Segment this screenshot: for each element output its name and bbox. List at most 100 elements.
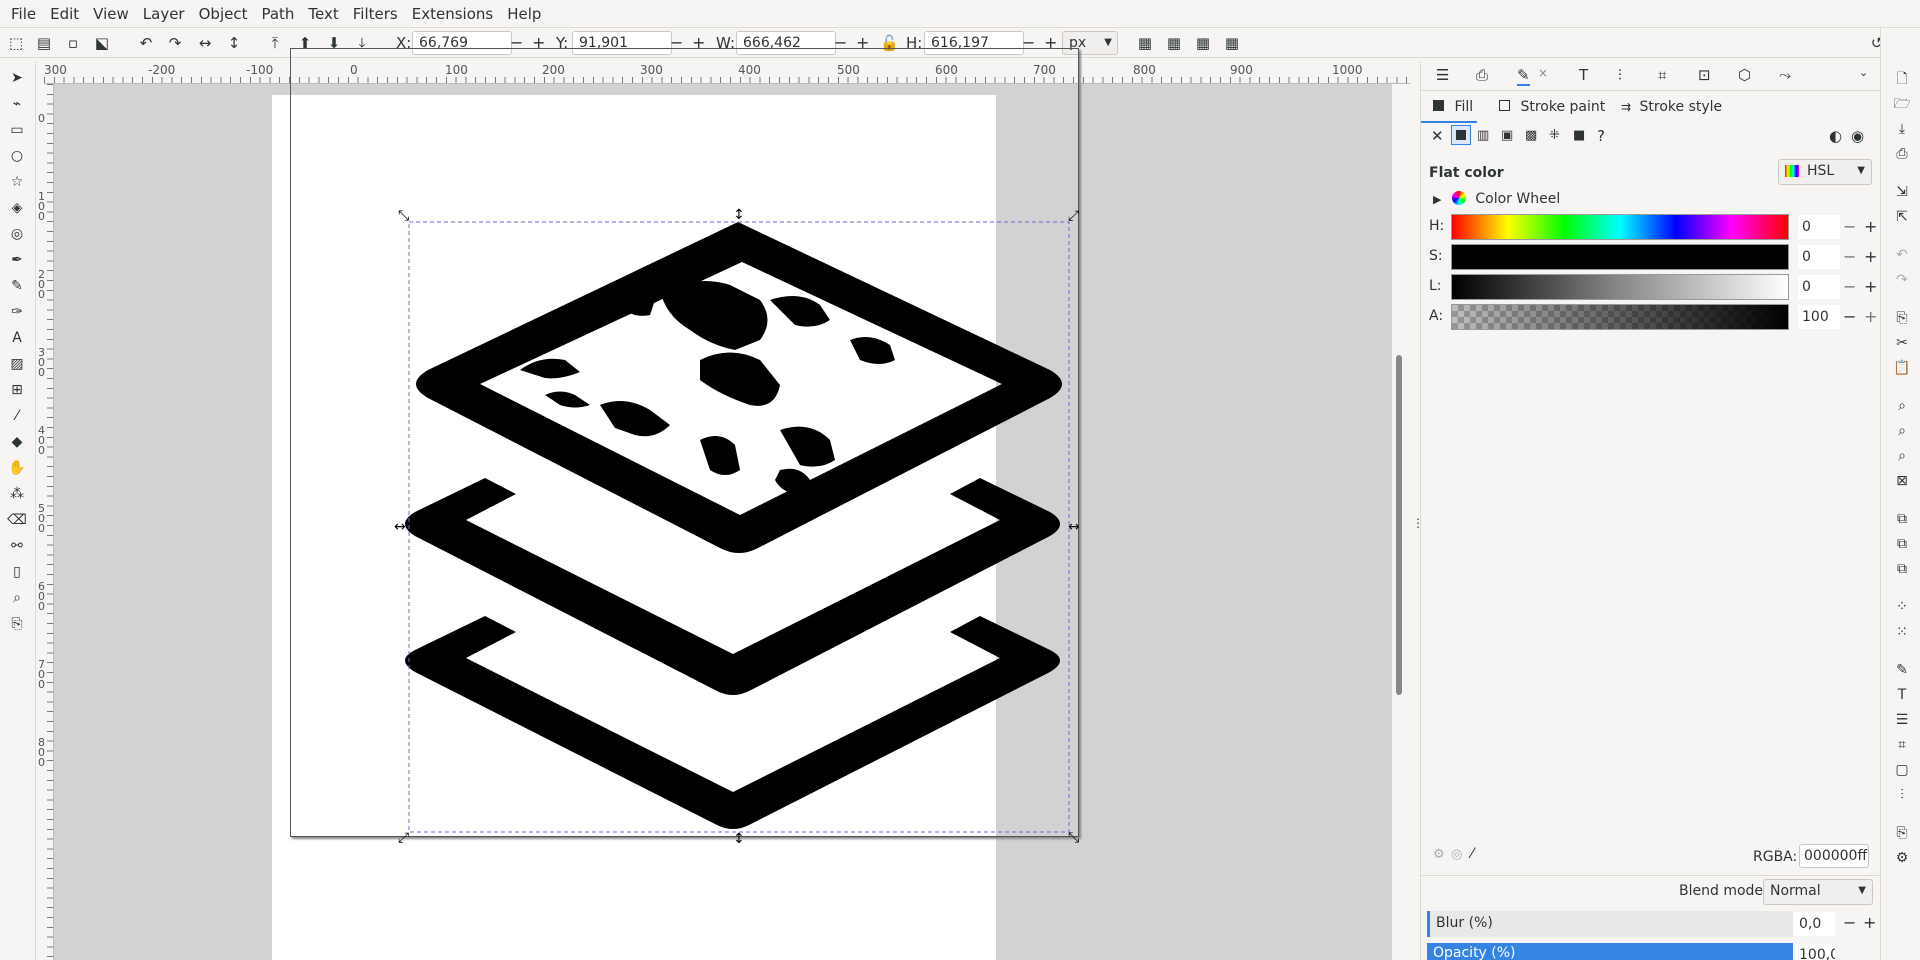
- unset-paint-icon[interactable]: ?: [1597, 127, 1605, 145]
- fill-rule-evenodd-icon[interactable]: ◐: [1829, 127, 1842, 145]
- color-wheel-expander[interactable]: ▶ Color Wheel: [1433, 191, 1560, 211]
- document-properties-icon[interactable]: ▢: [1893, 761, 1911, 779]
- export-icon[interactable]: ⇱: [1893, 208, 1911, 226]
- path-effects-tab-icon[interactable]: ⤳: [1779, 66, 1791, 84]
- fill-stroke-tabs: Fill Stroke paint ⇉ Stroke style: [1421, 95, 1881, 123]
- fill-swatch-icon: [1433, 100, 1444, 111]
- redo-icon[interactable]: ↷: [1893, 271, 1911, 289]
- zoom-page-icon[interactable]: ⌕: [1893, 447, 1911, 465]
- blur-decrement-icon[interactable]: −: [1843, 913, 1856, 932]
- saturation-value-input[interactable]: 0: [1798, 245, 1840, 269]
- copy-icon[interactable]: ⎘: [1893, 309, 1911, 327]
- alpha-slider[interactable]: [1451, 304, 1789, 330]
- align-tab-icon[interactable]: ⫶: [1618, 66, 1622, 84]
- pattern-icon[interactable]: ⁜: [1549, 128, 1560, 143]
- close-tab-icon[interactable]: ×: [1538, 66, 1548, 80]
- ungroup-icon[interactable]: ⁙: [1893, 623, 1911, 641]
- fill-stroke-dialog-icon[interactable]: ✎: [1893, 661, 1911, 679]
- text-dialog-icon[interactable]: T: [1893, 686, 1911, 704]
- flat-color-label: Flat color: [1429, 165, 1504, 181]
- saturation-slider[interactable]: [1451, 244, 1789, 270]
- transform-tab-icon[interactable]: ⊡: [1698, 66, 1711, 84]
- opacity-value-input[interactable]: 100,0: [1793, 944, 1835, 960]
- tab-stroke-style-label: Stroke style: [1639, 99, 1723, 115]
- rgba-input[interactable]: 000000ff: [1799, 844, 1869, 868]
- layer-icon-middle[interactable]: [405, 478, 1060, 695]
- radial-gradient-icon[interactable]: ▣: [1501, 128, 1513, 143]
- tab-stroke-style[interactable]: ⇉ Stroke style: [1621, 99, 1722, 115]
- color-mode-select[interactable]: HSL ▼: [1778, 159, 1872, 185]
- layers-dialog-icon[interactable]: ☰: [1893, 711, 1911, 729]
- lightness-decrement-icon[interactable]: −: [1843, 275, 1856, 299]
- object-properties-tab-icon[interactable]: ⬡: [1738, 66, 1751, 84]
- hue-value-input[interactable]: 0: [1798, 215, 1840, 239]
- handle-top-right-icon: ⤢: [1068, 208, 1079, 224]
- opacity-slider[interactable]: Opacity (%): [1427, 943, 1793, 960]
- save-icon[interactable]: ⤓: [1893, 120, 1911, 138]
- blur-label: Blur (%): [1436, 915, 1493, 931]
- out-of-gamut-icon[interactable]: ◎: [1451, 847, 1462, 862]
- mesh-gradient-icon[interactable]: ▩: [1525, 128, 1537, 143]
- xml-editor-tab-icon[interactable]: ⌗: [1658, 66, 1666, 84]
- fill-stroke-tab-icon[interactable]: ✎: [1517, 66, 1530, 86]
- export-tab-icon[interactable]: ⎙: [1476, 66, 1488, 84]
- stroke-swatch-icon: [1499, 100, 1510, 111]
- color-managed-icon[interactable]: ⚙: [1433, 847, 1445, 862]
- tab-stroke-paint[interactable]: Stroke paint: [1499, 99, 1605, 115]
- hue-increment-icon[interactable]: +: [1864, 215, 1877, 239]
- cut-icon[interactable]: ✂: [1893, 334, 1911, 352]
- opacity-label: Opacity (%): [1433, 945, 1516, 960]
- paste-icon[interactable]: 📋: [1893, 359, 1911, 377]
- alpha-increment-icon[interactable]: +: [1864, 305, 1877, 329]
- new-document-icon[interactable]: 🗋: [1893, 70, 1911, 88]
- saturation-increment-icon[interactable]: +: [1864, 245, 1877, 269]
- blur-slider[interactable]: Blur (%): [1427, 911, 1793, 937]
- hue-slider[interactable]: [1451, 214, 1789, 240]
- print-icon[interactable]: ⎙: [1893, 145, 1911, 163]
- align-dialog-icon[interactable]: ⫶: [1893, 786, 1911, 804]
- xml-editor-icon[interactable]: ⌗: [1893, 736, 1911, 754]
- unlink-clone-icon[interactable]: ⧉: [1893, 560, 1911, 578]
- lightness-value-input[interactable]: 0: [1798, 275, 1840, 299]
- eyedropper-icon[interactable]: ⁄: [1471, 846, 1473, 862]
- blur-increment-icon[interactable]: +: [1863, 913, 1876, 932]
- active-tab-indicator: [1421, 121, 1477, 123]
- hue-decrement-icon[interactable]: −: [1843, 215, 1856, 239]
- blur-value-input[interactable]: 0,0: [1793, 912, 1835, 936]
- preferences-doc-icon[interactable]: ⎘: [1893, 824, 1911, 842]
- alpha-value-input[interactable]: 100: [1798, 305, 1840, 329]
- lightness-increment-icon[interactable]: +: [1864, 275, 1877, 299]
- fill-rule-nonzero-icon[interactable]: ◉: [1851, 127, 1864, 145]
- alpha-decrement-icon[interactable]: −: [1843, 305, 1856, 329]
- commands-bar: 🗋 🗁 ⤓ ⎙ ⇲ ⇱ ↶ ↷ ⎘ ✂ 📋 ⌕ ⌕ ⌕ ⊠ ⧉ ⧉ ⧉ ⁘ ⁙ …: [1880, 28, 1920, 960]
- zoom-selection-icon[interactable]: ⌕: [1893, 397, 1911, 415]
- handle-left-icon: ↔: [394, 519, 406, 535]
- layer-icon-bottom[interactable]: [405, 616, 1060, 829]
- zoom-width-icon[interactable]: ⊠: [1893, 472, 1911, 490]
- blend-mode-select[interactable]: Normal ▼: [1763, 879, 1873, 905]
- linear-gradient-icon[interactable]: ▥: [1477, 128, 1489, 143]
- group-icon[interactable]: ⁘: [1893, 598, 1911, 616]
- panel-splitter[interactable]: ⋮: [1410, 61, 1424, 960]
- hue-slider-row: H: 0 − +: [1429, 214, 1877, 240]
- zoom-drawing-icon[interactable]: ⌕: [1893, 422, 1911, 440]
- undo-icon[interactable]: ↶: [1893, 246, 1911, 264]
- clone-icon[interactable]: ⧉: [1893, 535, 1911, 553]
- text-font-tab-icon[interactable]: T: [1579, 66, 1588, 84]
- lightness-slider[interactable]: [1451, 274, 1789, 300]
- swatch-icon[interactable]: ■: [1573, 128, 1585, 143]
- layers-tab-icon[interactable]: ☰: [1436, 66, 1449, 84]
- chevron-down-icon[interactable]: ⌄: [1859, 66, 1868, 79]
- saturation-label: S:: [1429, 248, 1443, 264]
- duplicate-icon[interactable]: ⧉: [1893, 510, 1911, 528]
- import-icon[interactable]: ⇲: [1893, 183, 1911, 201]
- flat-color-icon[interactable]: [1451, 125, 1471, 145]
- preferences-icon[interactable]: ⚙: [1893, 849, 1911, 867]
- tab-fill[interactable]: Fill: [1433, 99, 1473, 115]
- no-paint-icon[interactable]: ✕: [1431, 127, 1444, 145]
- saturation-decrement-icon[interactable]: −: [1843, 245, 1856, 269]
- open-icon[interactable]: 🗁: [1893, 95, 1911, 113]
- dock-tabs: ☰ ⎙ ✎ × T ⫶ ⌗ ⊡ ⬡ ⤳ ⌄: [1421, 61, 1881, 91]
- scrollbar-thumb[interactable]: [1396, 355, 1402, 695]
- handle-top-left-icon: ⤡: [398, 208, 409, 224]
